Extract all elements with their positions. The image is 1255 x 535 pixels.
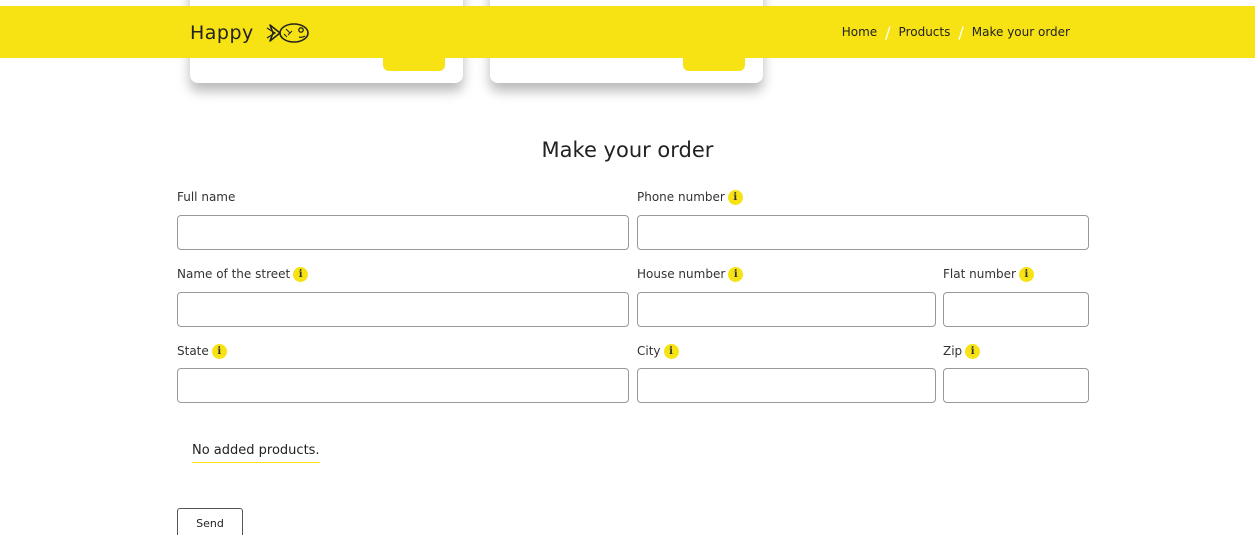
info-icon[interactable]: i: [211, 343, 227, 359]
page-title: Make your order: [541, 138, 714, 162]
header-bar: Happy Home / Products / Make your order: [0, 6, 1255, 58]
house-number-label-text: House number: [637, 267, 726, 281]
logo[interactable]: Happy: [190, 18, 312, 48]
info-icon[interactable]: i: [727, 189, 743, 205]
flat-number-input[interactable]: [943, 292, 1089, 327]
info-icon[interactable]: i: [663, 343, 679, 359]
full-name-label-text: Full name: [177, 190, 236, 204]
zip-label-text: Zip: [943, 344, 963, 358]
phone-number-input[interactable]: [637, 215, 1089, 250]
info-icon[interactable]: i: [728, 266, 744, 282]
breadcrumb-separator: /: [885, 22, 891, 42]
house-number-label: House number i: [637, 266, 744, 282]
send-button[interactable]: Send: [177, 508, 243, 535]
state-input[interactable]: [177, 368, 629, 403]
breadcrumb-current: Make your order: [971, 25, 1070, 39]
flat-number-label-text: Flat number: [943, 267, 1016, 281]
empty-cart-message: No added products.: [192, 443, 320, 463]
city-label: City i: [637, 343, 679, 359]
breadcrumb-products[interactable]: Products: [899, 25, 951, 39]
street-label: Name of the street i: [177, 266, 309, 282]
fish-icon: [266, 23, 309, 43]
flat-number-label: Flat number i: [943, 266, 1034, 282]
street-input[interactable]: [177, 292, 629, 327]
house-number-input[interactable]: [637, 292, 936, 327]
zip-input[interactable]: [943, 368, 1089, 403]
info-icon[interactable]: i: [1018, 266, 1034, 282]
full-name-input[interactable]: [177, 215, 629, 250]
city-label-text: City: [637, 344, 661, 358]
state-label: State i: [177, 343, 227, 359]
info-icon[interactable]: i: [965, 343, 981, 359]
phone-number-label-text: Phone number: [637, 190, 725, 204]
info-icon[interactable]: i: [293, 266, 309, 282]
phone-number-label: Phone number i: [637, 189, 743, 205]
city-input[interactable]: [637, 368, 936, 403]
zip-label: Zip i: [943, 343, 981, 359]
street-label-text: Name of the street: [177, 267, 291, 281]
state-label-text: State: [177, 344, 209, 358]
breadcrumb-separator: /: [958, 22, 964, 42]
breadcrumb-home[interactable]: Home: [842, 25, 877, 39]
full-name-label: Full name: [177, 189, 235, 205]
logo-text: Happy: [190, 22, 254, 44]
breadcrumb: Home / Products / Make your order: [842, 6, 1070, 58]
